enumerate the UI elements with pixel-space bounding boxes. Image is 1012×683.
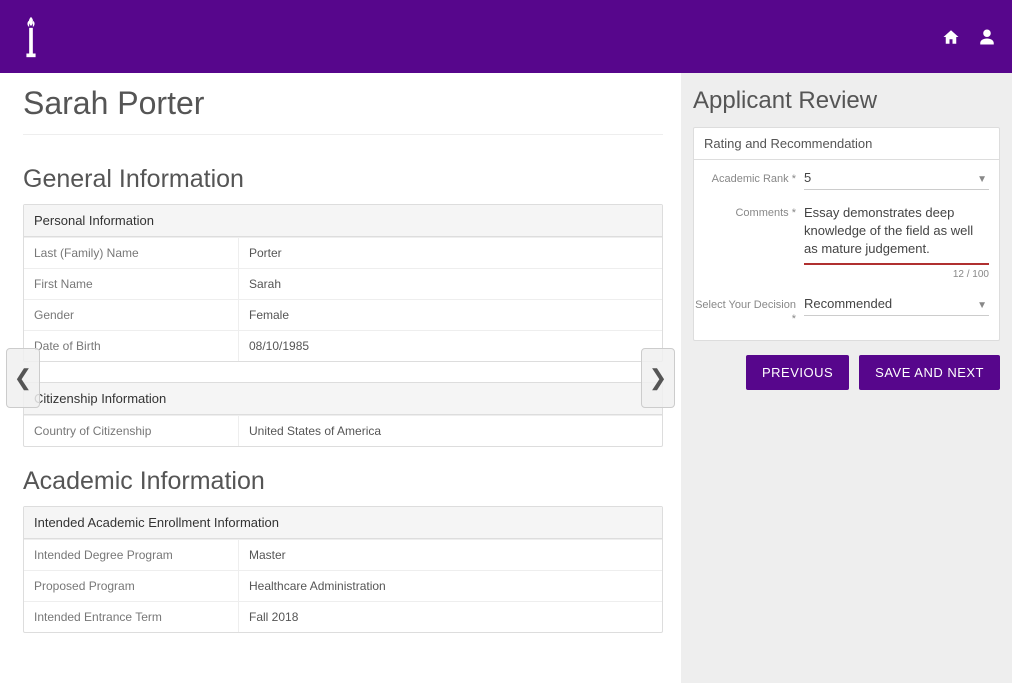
dob-label: Date of Birth <box>24 331 239 361</box>
program-value: Healthcare Administration <box>239 571 662 601</box>
table-row: Gender Female <box>24 299 662 330</box>
degree-label: Intended Degree Program <box>24 540 239 570</box>
enrollment-header: Intended Academic Enrollment Information <box>24 507 662 539</box>
comments-row: Comments * Essay demonstrates deep knowl… <box>694 194 999 269</box>
rank-label: Academic Rank * <box>694 170 804 190</box>
decision-row: Select Your Decision * Recommended ▼ <box>694 286 999 341</box>
previous-button[interactable]: PREVIOUS <box>746 355 849 390</box>
term-value: Fall 2018 <box>239 602 662 632</box>
prev-applicant-button[interactable]: ❮ <box>6 348 40 408</box>
comments-label: Comments * <box>694 204 804 265</box>
rank-row: Academic Rank * 5 ▼ <box>694 160 999 194</box>
degree-value: Master <box>239 540 662 570</box>
review-actions: PREVIOUS SAVE AND NEXT <box>693 355 1000 390</box>
table-row: First Name Sarah <box>24 268 662 299</box>
logo-torch-icon <box>20 15 42 59</box>
country-value: United States of America <box>239 416 662 446</box>
table-row: Date of Birth 08/10/1985 <box>24 330 662 361</box>
first-name-label: First Name <box>24 269 239 299</box>
gender-label: Gender <box>24 300 239 330</box>
gender-value: Female <box>239 300 662 330</box>
save-and-next-button[interactable]: SAVE AND NEXT <box>859 355 1000 390</box>
review-title: Applicant Review <box>693 87 1000 115</box>
table-row: Intended Degree Program Master <box>24 539 662 570</box>
personal-info-panel: Personal Information Last (Family) Name … <box>23 204 663 362</box>
applicant-detail: Sarah Porter General Information Persona… <box>0 73 681 683</box>
decision-label: Select Your Decision * <box>694 296 804 327</box>
char-count: 12 / 100 <box>694 269 999 286</box>
chevron-right-icon: ❯ <box>649 365 667 391</box>
dob-value: 08/10/1985 <box>239 331 662 361</box>
chevron-left-icon: ❮ <box>14 365 32 391</box>
header-actions <box>942 28 996 46</box>
decision-select[interactable]: Recommended <box>804 296 989 316</box>
applicant-name: Sarah Porter <box>23 85 663 122</box>
home-icon[interactable] <box>942 28 960 46</box>
enrollment-panel: Intended Academic Enrollment Information… <box>23 506 663 633</box>
user-icon[interactable] <box>978 28 996 46</box>
last-name-label: Last (Family) Name <box>24 238 239 268</box>
general-info-heading: General Information <box>23 165 663 194</box>
country-label: Country of Citizenship <box>24 416 239 446</box>
citizenship-header: Citizenship Information <box>24 383 662 415</box>
personal-info-header: Personal Information <box>24 205 662 237</box>
review-sidebar: Applicant Review Rating and Recommendati… <box>681 73 1012 683</box>
table-row: Intended Entrance Term Fall 2018 <box>24 601 662 632</box>
next-applicant-button[interactable]: ❯ <box>641 348 675 408</box>
table-row: Proposed Program Healthcare Administrati… <box>24 570 662 601</box>
app-header <box>0 0 1012 73</box>
program-label: Proposed Program <box>24 571 239 601</box>
citizenship-panel: Citizenship Information Country of Citiz… <box>23 382 663 447</box>
review-card: Rating and Recommendation Academic Rank … <box>693 127 1000 341</box>
first-name-value: Sarah <box>239 269 662 299</box>
term-label: Intended Entrance Term <box>24 602 239 632</box>
divider <box>23 134 663 135</box>
academic-info-heading: Academic Information <box>23 467 663 496</box>
rank-select[interactable]: 5 <box>804 170 989 190</box>
review-card-header: Rating and Recommendation <box>694 128 999 160</box>
table-row: Country of Citizenship United States of … <box>24 415 662 446</box>
last-name-value: Porter <box>239 238 662 268</box>
comments-textarea[interactable]: Essay demonstrates deep knowledge of the… <box>804 204 989 265</box>
table-row: Last (Family) Name Porter <box>24 237 662 268</box>
